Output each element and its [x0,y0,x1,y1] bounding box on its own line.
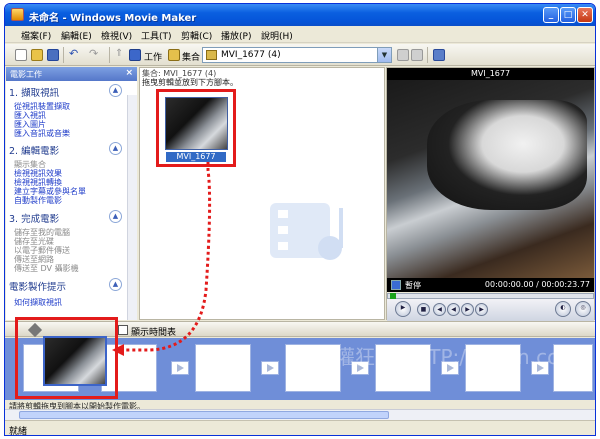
app-window: 未命名 - Windows Movie Maker _ □ ✕ 檔案(F) 編輯… [4,3,596,436]
cat-image [427,100,587,210]
title-bar: 未命名 - Windows Movie Maker _ □ ✕ [5,4,595,26]
previous-frame-icon[interactable]: ◀ [433,303,446,316]
link-import-audio[interactable]: 匯入音訊或音樂 [14,128,70,139]
tasks-pane-header: 電影工作 × [6,67,137,81]
clip-thumbnail[interactable] [165,97,228,150]
show-timeline-button[interactable]: 顯示時間表 [131,325,176,338]
toolbar-separator [427,47,428,63]
watermark-logo: 重灌狂人 HTTP://briian.com [315,345,555,369]
clip-label[interactable]: MVI_1677 [166,152,226,162]
preview-title: MVI_1677 [387,68,594,80]
svg-text:重灌狂人 HTTP://briian.com: 重灌狂人 HTTP://briian.com [315,345,555,369]
toolbar-separator [109,47,110,63]
movie-film-watermark-icon [270,203,343,260]
menu-view[interactable]: 檢視(V) [101,29,132,42]
toolbar-separator [63,47,64,63]
menu-file[interactable]: 檔案(F) [21,29,51,42]
up-icon[interactable]: ⇑ [115,48,127,60]
snapshot-icon[interactable]: ◎ [575,301,591,317]
menu-play[interactable]: 播放(P) [221,29,251,42]
section-finish[interactable]: 3. 完成電影 [9,211,59,225]
menu-tools[interactable]: 工具(T) [141,29,172,42]
tasks-button[interactable]: 工作 [144,50,162,63]
movie-tasks-pane: 電影工作 × 1. 擷取視訊 ▲ 從視訊裝置擷取 匯入視訊 匯入圖片 匯入音訊或… [6,67,137,320]
monitor-icon [391,280,401,290]
new-project-icon[interactable] [15,49,27,61]
close-button[interactable]: ✕ [577,7,593,23]
storyboard-scrollbar[interactable] [5,409,595,420]
open-project-icon[interactable] [31,49,43,61]
tasks-icon[interactable] [129,49,141,61]
transition-cell[interactable] [171,361,189,375]
link-how-to-capture[interactable]: 如何擷取視訊 [14,297,62,308]
storyboard-cell[interactable] [195,344,251,392]
app-icon [11,8,24,21]
status-bar: 就緒 [5,420,595,436]
fast-forward-icon[interactable]: ▶ [461,303,474,316]
chevron-up-icon[interactable]: ▲ [109,278,122,291]
menu-clip[interactable]: 剪輯(C) [181,29,212,42]
menu-help[interactable]: 說明(H) [261,29,293,42]
playback-status: 暫停 00:00:00.00 / 00:00:23.77 [387,278,594,292]
storyboard-cell[interactable] [553,344,593,392]
tasks-pane-body: 1. 擷取視訊 ▲ 從視訊裝置擷取 匯入視訊 匯入圖片 匯入音訊或音樂 2. 編… [6,81,137,320]
undo-icon[interactable]: ↶ [69,47,81,60]
section-capture[interactable]: 1. 擷取視訊 [9,85,59,99]
collections-icon[interactable] [168,49,180,61]
highlight-box: MVI_1677 [156,89,236,167]
maximize-button[interactable]: □ [560,7,576,23]
collection-combo[interactable]: MVI_1677 (4) ▼ [202,47,392,63]
redo-icon[interactable]: ↷ [89,47,101,60]
section-tips[interactable]: 電影製作提示 [9,279,66,293]
rewind-icon[interactable]: ◀ [447,303,460,316]
views-icon[interactable] [433,49,445,61]
video-frame [387,80,594,278]
play-button[interactable]: ▶ [395,301,411,317]
menu-bar: 檔案(F) 編輯(E) 檢視(V) 工具(T) 剪輯(C) 播放(P) 說明(H… [5,26,595,43]
collection-pane: 集合: MVI_1677 (4) 拖曳剪輯並放到下方腳本。 MVI_1677 [139,67,385,320]
close-pane-icon[interactable]: × [125,68,133,78]
send-dv-camera: 傳送至 DV 攝影機 [14,264,79,273]
chevron-up-icon[interactable]: ▲ [109,84,122,97]
highlight-box [15,317,118,399]
next-frame-icon[interactable]: ▶ [475,303,488,316]
scroll-thumb[interactable] [19,411,389,419]
save-project-icon[interactable] [47,49,59,61]
window-title: 未命名 - Windows Movie Maker [29,13,197,24]
chevron-down-icon[interactable]: ▼ [377,48,391,62]
up-folder-icon[interactable] [397,49,409,61]
status-text: 就緒 [9,427,28,436]
chevron-up-icon[interactable]: ▲ [109,142,122,155]
stop-button[interactable]: ■ [417,303,430,316]
preview-monitor: MVI_1677 暫停 00:00:00.00 / 00:00:23.77 ▶ … [386,67,595,321]
tasks-scrollbar[interactable] [127,95,137,320]
menu-edit[interactable]: 編輯(E) [61,29,92,42]
toolbar: ↶ ↷ ⇑ 工作 集合 MVI_1677 (4) ▼ [5,44,595,66]
new-folder-icon[interactable] [411,49,423,61]
folder-icon [206,50,217,60]
section-edit[interactable]: 2. 編輯電影 [9,143,59,157]
collection-hint: 拖曳剪輯並放到下方腳本。 [142,78,238,87]
collections-button[interactable]: 集合 [182,50,200,63]
minimize-button[interactable]: _ [543,7,559,23]
link-automovie[interactable]: 自動製作電影 [14,195,62,206]
timeline-icon [118,325,128,335]
playback-controls: ▶ ■ ◀ ◀ ▶ ▶ ◐ ◎ [387,299,594,321]
chevron-up-icon[interactable]: ▲ [109,210,122,223]
split-clip-icon[interactable]: ◐ [555,301,571,317]
